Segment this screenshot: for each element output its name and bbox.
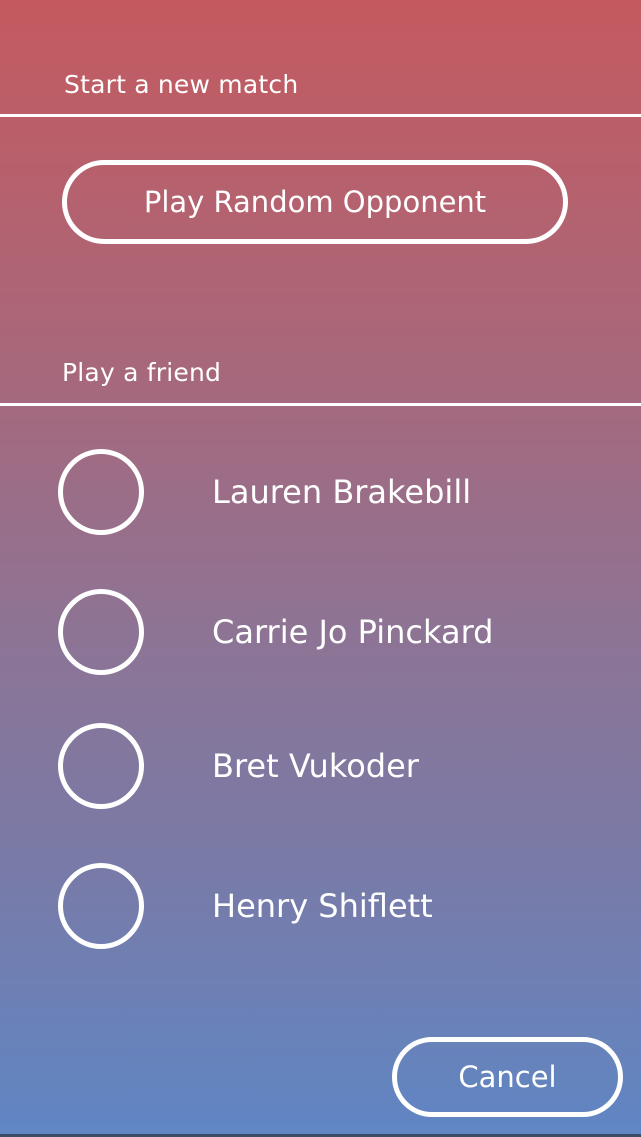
play-friend-header: Play a friend: [62, 358, 222, 387]
friend-row-bret-vukoder[interactable]: Bret Vukoder: [58, 722, 618, 810]
friend-row-carrie-jo-pinckard[interactable]: Carrie Jo Pinckard: [58, 588, 618, 676]
friend-radio[interactable]: [58, 449, 144, 535]
friend-name: Henry Shiflett: [212, 887, 433, 925]
friend-radio[interactable]: [58, 723, 144, 809]
play-random-opponent-button[interactable]: Play Random Opponent: [62, 160, 568, 244]
friend-radio[interactable]: [58, 589, 144, 675]
new-match-header: Start a new match: [64, 70, 299, 99]
friend-radio[interactable]: [58, 863, 144, 949]
play-friend-divider: [0, 403, 641, 406]
friend-row-lauren-brakebill[interactable]: Lauren Brakebill: [58, 448, 618, 536]
friend-row-henry-shiflett[interactable]: Henry Shiflett: [58, 862, 618, 950]
cancel-label: Cancel: [458, 1060, 557, 1094]
friend-name: Carrie Jo Pinckard: [212, 613, 494, 651]
match-setup-screen: Start a new match Play Random Opponent P…: [0, 0, 641, 1137]
play-random-opponent-label: Play Random Opponent: [143, 185, 487, 219]
friend-name: Lauren Brakebill: [212, 473, 472, 511]
friend-name: Bret Vukoder: [212, 747, 419, 785]
cancel-button[interactable]: Cancel: [392, 1037, 623, 1117]
new-match-divider: [0, 114, 641, 117]
